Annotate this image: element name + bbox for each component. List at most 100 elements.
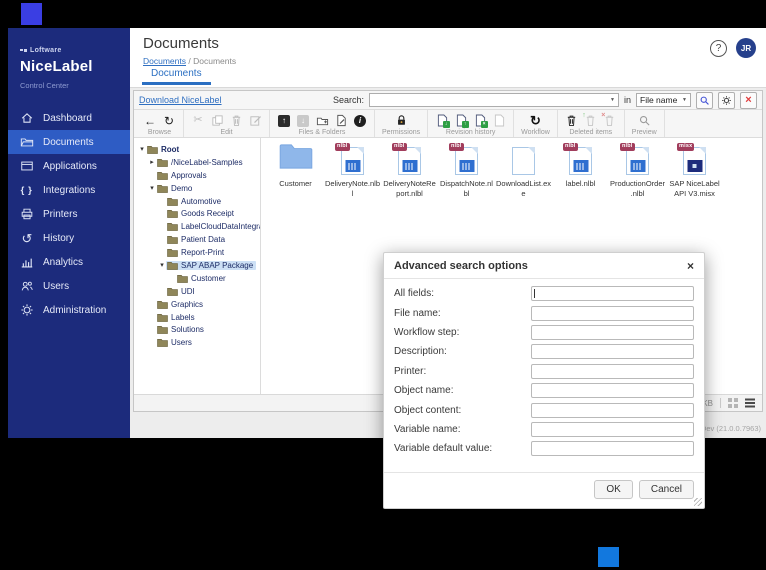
folder-icon	[157, 338, 168, 347]
tree-item-root[interactable]: ▾Root	[136, 143, 260, 156]
cut-icon[interactable]: ✂	[191, 114, 205, 128]
search-button[interactable]	[696, 92, 713, 109]
tree-item-automotive[interactable]: Automotive	[136, 195, 260, 208]
sidebar-item-analytics[interactable]: Analytics	[8, 250, 130, 274]
tree-item-graphics[interactable]: Graphics	[136, 298, 260, 311]
cancel-button[interactable]: Cancel	[639, 480, 694, 499]
breadcrumb-link[interactable]: Documents	[143, 56, 186, 66]
folder-icon	[157, 184, 168, 193]
chevron-down-icon[interactable]: ▼	[607, 97, 618, 103]
field-label-printer: Printer:	[394, 366, 531, 377]
copy-icon[interactable]	[210, 114, 224, 128]
ok-button[interactable]: OK	[594, 480, 632, 499]
tree-item-goods-receipt[interactable]: Goods Receipt	[136, 207, 260, 220]
search-label: Search:	[333, 95, 364, 105]
check-in-icon[interactable]: ↓	[435, 114, 449, 128]
advanced-search-gear-button[interactable]	[718, 92, 735, 109]
folder-icon	[167, 248, 178, 257]
tree-item-users[interactable]: Users	[136, 336, 260, 349]
deleted-items-trash-icon[interactable]	[565, 114, 579, 128]
field-input-file-name[interactable]	[531, 306, 694, 321]
tree-item-label: Customer	[191, 274, 226, 283]
tree-expander[interactable]: ▾	[138, 145, 146, 153]
upload-icon[interactable]: ↑	[277, 114, 291, 128]
refresh-icon[interactable]: ↻	[162, 114, 176, 128]
restore-disabled-icon[interactable]: ↑	[584, 114, 598, 128]
tree-item-report-print[interactable]: Report-Print	[136, 246, 260, 259]
file-type-badge: nlbl	[392, 143, 407, 151]
search-input[interactable]	[370, 95, 607, 106]
sidebar-item-applications[interactable]: Applications	[8, 154, 130, 178]
purge-disabled-icon[interactable]: ×	[603, 114, 617, 128]
back-icon[interactable]: ←	[143, 114, 157, 128]
avatar[interactable]: JR	[736, 38, 756, 58]
tree-expander[interactable]: ▾	[158, 261, 166, 269]
tree-item-solutions[interactable]: Solutions	[136, 323, 260, 336]
field-input-workflow-step[interactable]	[531, 325, 694, 340]
file-item-dispatchnote-nlbl[interactable]: nlblDispatchNote.nlbl	[438, 144, 495, 199]
product-subtitle: Control Center	[20, 81, 122, 90]
help-icon[interactable]: ?	[710, 40, 727, 57]
file-type-badge: misx	[677, 143, 694, 151]
new-folder-icon[interactable]	[315, 114, 329, 128]
tree-item-labels[interactable]: Labels	[136, 311, 260, 324]
rename-file-icon[interactable]	[334, 114, 348, 128]
tree-item-patient-data[interactable]: Patient Data	[136, 233, 260, 246]
file-item-downloadlist-exe[interactable]: DownloadList.exe	[495, 144, 552, 199]
resize-handle[interactable]	[694, 498, 702, 506]
file-item-productionorder-nlbl[interactable]: nlblProductionOrder.nlbl	[609, 144, 666, 199]
file-item-deliverynotereport-nlbl[interactable]: nlblDeliveryNoteReport.nlbl	[381, 144, 438, 199]
workflow-icon[interactable]: ↻	[528, 114, 542, 128]
tree-item-approvals[interactable]: Approvals	[136, 169, 260, 182]
clear-search-button[interactable]: ×	[740, 92, 757, 109]
tree-expander[interactable]: ▸	[148, 158, 156, 166]
file-item-sap-nicelabel-api-v3-misx[interactable]: misxSAP NiceLabel API V3.misx	[666, 144, 723, 199]
tree-item-udi[interactable]: UDI	[136, 285, 260, 298]
search-field-select[interactable]: File name ▼	[636, 93, 691, 107]
sidebar-item-label: Dashboard	[43, 113, 92, 124]
tree-item-labelclouddataintegration[interactable]: LabelCloudDataIntegration	[136, 220, 260, 233]
field-input-description[interactable]	[531, 344, 694, 359]
field-input-all-fields[interactable]	[531, 286, 694, 301]
file-info-icon[interactable]: i	[353, 114, 367, 128]
modal-field-row: File name:	[394, 303, 694, 322]
tree-expander[interactable]: ▾	[148, 184, 156, 192]
edit-icon[interactable]	[248, 114, 262, 128]
close-icon[interactable]: ×	[687, 260, 694, 272]
tree-item-label: Users	[171, 338, 192, 347]
preview-magnifier-icon[interactable]	[637, 114, 651, 128]
tree-item-nicelabel-samples[interactable]: ▸/NiceLabel-Samples	[136, 156, 260, 169]
field-input-variable-name[interactable]	[531, 422, 694, 437]
sidebar-item-documents[interactable]: Documents	[8, 130, 130, 154]
sidebar-item-label: Users	[43, 281, 69, 292]
download-disabled-icon[interactable]: ↓	[296, 114, 310, 128]
grid-view-icon[interactable]	[728, 398, 738, 408]
file-item-deliverynote-nlbl[interactable]: nlblDeliveryNote.nlbl	[324, 144, 381, 199]
delete-icon[interactable]	[229, 114, 243, 128]
field-input-variable-default-value[interactable]	[531, 441, 694, 456]
tree-item-sap-abap-package[interactable]: ▾SAP ABAP Package	[136, 259, 260, 272]
tree-item-demo[interactable]: ▾Demo	[136, 182, 260, 195]
file-item-label-nlbl[interactable]: nlbllabel.nlbl	[552, 144, 609, 199]
revision-history-disabled-icon[interactable]	[492, 114, 506, 128]
download-nicelabel-link[interactable]: Download NiceLabel	[139, 95, 222, 105]
tree-item-label: Goods Receipt	[181, 209, 234, 218]
toolbar-group-label: Preview	[632, 129, 657, 136]
lock-icon[interactable]	[394, 114, 408, 128]
undo-checkout-icon[interactable]: ×	[473, 114, 487, 128]
sidebar-item-users[interactable]: Users	[8, 274, 130, 298]
folder-icon	[167, 222, 178, 231]
sidebar-item-history[interactable]: ↺History	[8, 226, 130, 250]
sidebar-item-administration[interactable]: Administration	[8, 298, 130, 322]
sidebar-item-integrations[interactable]: { }Integrations	[8, 178, 130, 202]
field-input-object-content[interactable]	[531, 403, 694, 418]
check-out-icon[interactable]: ↑	[454, 114, 468, 128]
sidebar-item-dashboard[interactable]: Dashboard	[8, 106, 130, 130]
field-input-printer[interactable]	[531, 364, 694, 379]
list-view-icon[interactable]	[745, 398, 755, 408]
history-icon: ↺	[20, 231, 34, 245]
field-input-object-name[interactable]	[531, 383, 694, 398]
sidebar-item-printers[interactable]: Printers	[8, 202, 130, 226]
tree-item-customer[interactable]: Customer	[136, 272, 260, 285]
file-item-customer[interactable]: Customer	[267, 144, 324, 199]
